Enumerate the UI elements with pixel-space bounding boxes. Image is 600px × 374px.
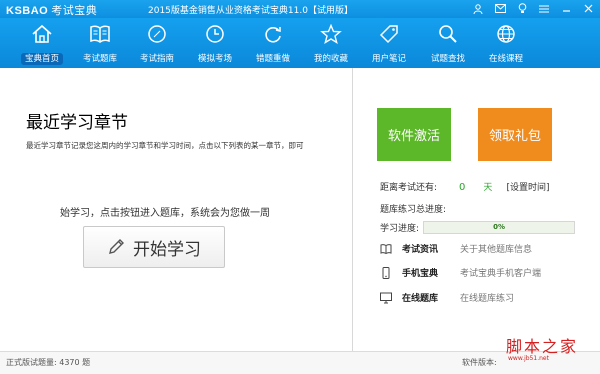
link-title: 在线题库 xyxy=(402,294,439,304)
watermark: 脚本之家 xyxy=(506,337,579,356)
search-icon xyxy=(439,25,457,43)
software-version: 软件版本: xyxy=(462,358,497,367)
nav-label: 模拟考场 xyxy=(197,54,232,64)
book-icon xyxy=(90,25,110,43)
logo-cn-text: 考试宝典 xyxy=(51,5,98,17)
gift-button[interactable]: 领取礼包 xyxy=(478,108,552,161)
start-study-label: 开始学习 xyxy=(133,239,201,260)
user-icon[interactable] xyxy=(470,1,486,16)
exam-countdown: 距离考试还有: 0 天 [设置时间] xyxy=(380,180,549,193)
nav-online-course[interactable]: 在线课程 xyxy=(478,18,534,68)
link-desc: 在线题库练习 xyxy=(460,294,515,304)
bulb-icon[interactable] xyxy=(514,1,530,16)
countdown-value: 0 xyxy=(459,182,466,193)
title-bar: KSBAO 考试宝典 2015版基金销售从业资格考试宝典11.0【试用版】 xyxy=(0,0,600,18)
logo-text: KSBAO xyxy=(6,5,49,17)
app-logo: KSBAO 考试宝典 xyxy=(6,2,97,18)
side-panel: 软件激活 领取礼包 距离考试还有: 0 天 [设置时间] 题库练习总进度: 学习进度:… xyxy=(353,68,600,351)
close-button[interactable] xyxy=(580,1,596,16)
section-heading: 最近学习章节 xyxy=(26,113,128,133)
tag-icon xyxy=(379,25,398,44)
window-controls xyxy=(470,1,596,16)
progress-title: 题库练习总进度: xyxy=(380,205,447,215)
nav-question-bank[interactable]: 考试题库 xyxy=(72,18,128,68)
link-desc: 考试宝典手机客户端 xyxy=(460,269,542,279)
progress-bar: 0% xyxy=(423,221,576,234)
start-study-button[interactable]: 开始学习 xyxy=(83,226,225,268)
countdown-label: 距离考试还有: xyxy=(380,183,438,193)
nav-home[interactable]: 宝典首页 xyxy=(14,18,70,68)
nav-label: 我的收藏 xyxy=(313,54,348,64)
progress-row: 学习进度: 0% xyxy=(380,221,576,234)
nav-label: 错题重做 xyxy=(255,54,290,64)
watermark-url: www.jb51.net xyxy=(508,355,549,362)
link-exam-news[interactable]: 考试资讯 关于其他题库信息 xyxy=(380,242,532,255)
recent-study-panel: 最近学习章节 最近学习章节记录您这周内的学习章节和学习时间，点击以下列表的某一章… xyxy=(0,68,352,351)
section-description: 最近学习章节记录您这周内的学习章节和学习时间，点击以下列表的某一章节，即可 xyxy=(26,141,304,150)
clock-icon xyxy=(206,25,224,43)
book-icon xyxy=(380,243,392,254)
mail-icon[interactable] xyxy=(492,1,508,16)
minimize-button[interactable] xyxy=(558,1,574,16)
nav-redo-wrong[interactable]: 错题重做 xyxy=(245,18,301,68)
countdown-unit: 天 xyxy=(483,183,493,193)
link-desc: 关于其他题库信息 xyxy=(460,245,533,255)
nav-label: 试题查找 xyxy=(430,54,465,64)
nav-label: 考试题库 xyxy=(82,54,117,64)
nav-label: 宝典首页 xyxy=(20,53,63,65)
window-title: 2015版基金销售从业资格考试宝典11.0【试用版】 xyxy=(148,6,353,16)
nav-label: 考试指南 xyxy=(139,54,174,64)
globe-icon xyxy=(497,25,515,43)
nav-notes[interactable]: 用户笔记 xyxy=(361,18,417,68)
monitor-icon xyxy=(380,292,392,303)
nav-search[interactable]: 试题查找 xyxy=(420,18,476,68)
home-icon xyxy=(32,24,52,43)
link-title: 考试资讯 xyxy=(402,245,439,255)
nav-label: 用户笔记 xyxy=(371,54,406,64)
nav-label: 在线课程 xyxy=(488,54,523,64)
link-title: 手机宝典 xyxy=(402,269,439,279)
progress-label: 学习进度: xyxy=(380,224,420,234)
question-count: 正式版试题量: 4370 题 xyxy=(6,358,91,367)
link-online-bank[interactable]: 在线题库 在线题库练习 xyxy=(380,291,514,304)
nav-mock-exam[interactable]: 模拟考场 xyxy=(187,18,243,68)
compass-icon xyxy=(148,25,166,43)
activate-button[interactable]: 软件激活 xyxy=(377,108,451,161)
star-icon xyxy=(320,24,342,44)
empty-hint: 始学习，点击按钮进入题库，系统会为您做一周 xyxy=(60,208,270,219)
nav-favorites[interactable]: 我的收藏 xyxy=(303,18,359,68)
link-mobile[interactable]: 手机宝典 考试宝典手机客户端 xyxy=(380,266,541,279)
set-time-link[interactable]: [设置时间] xyxy=(506,183,549,193)
refresh-icon xyxy=(265,27,281,43)
phone-icon xyxy=(382,266,390,279)
main-nav: 宝典首页 考试题库 考试指南 模拟考场 错题重做 我的收藏 用户笔记 试题查找 … xyxy=(0,18,600,68)
progress-percent: 0% xyxy=(493,223,505,231)
nav-guide[interactable]: 考试指南 xyxy=(129,18,185,68)
menu-icon[interactable] xyxy=(536,1,552,16)
pencil-icon xyxy=(109,239,124,254)
